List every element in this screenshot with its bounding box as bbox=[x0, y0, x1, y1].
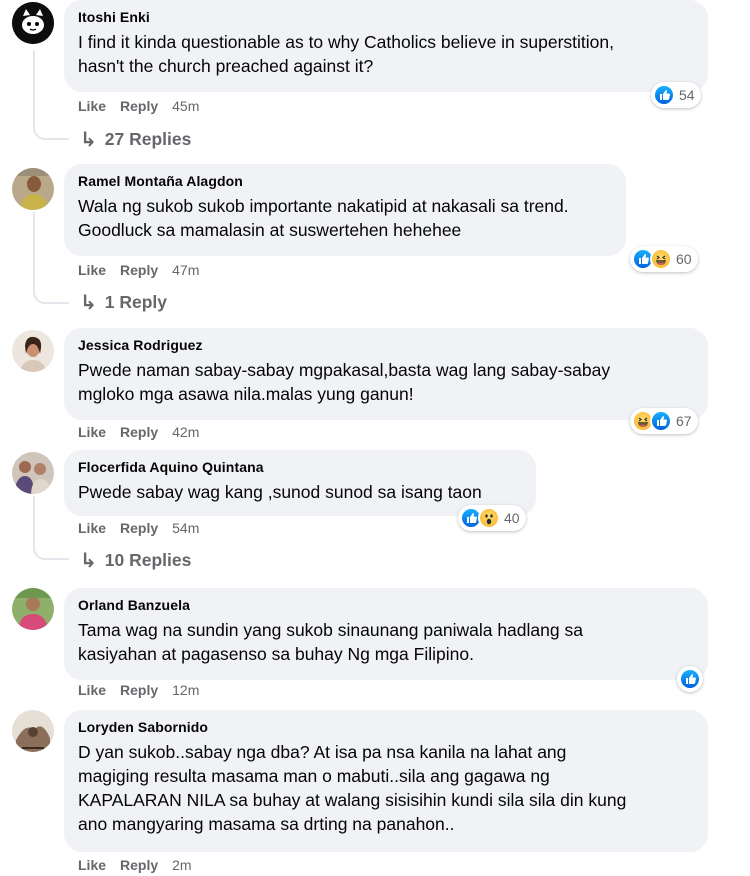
avatar[interactable] bbox=[12, 710, 54, 752]
replies-count: 27 Replies bbox=[104, 128, 192, 149]
thread-line bbox=[33, 212, 35, 288]
comment-text-line: mgloko mga asawa nila.malas yung ganun! bbox=[78, 384, 414, 404]
comment-text-line: magiging resulta masama man o mabuti..si… bbox=[78, 766, 550, 786]
reply-button[interactable]: Reply bbox=[120, 424, 158, 440]
reaction-count: 40 bbox=[504, 510, 520, 526]
comment-actions: Like Reply 2m bbox=[78, 855, 192, 875]
reply-button[interactable]: Reply bbox=[120, 682, 158, 698]
reaction-summary[interactable]: 67 bbox=[630, 408, 698, 434]
comment-bubble: Ramel Montaña Alagdon Wala ng sukob suko… bbox=[64, 164, 626, 256]
reply-button[interactable]: Reply bbox=[120, 520, 158, 536]
reply-arrow-icon: ↳ bbox=[80, 549, 97, 572]
comment-text-line: kasiyahan at pagasenso sa buhay Ng mga F… bbox=[78, 644, 474, 664]
comment-text-line: Pwede sabay wag kang ,sunod sunod sa isa… bbox=[78, 482, 482, 502]
comment-actions: Like Reply 12m bbox=[78, 680, 199, 700]
comment-text-line: Goodluck sa mamalasin at suswertehen heh… bbox=[78, 220, 462, 240]
like-button[interactable]: Like bbox=[78, 857, 106, 873]
reaction-summary[interactable]: 54 bbox=[651, 82, 701, 108]
comment-text: D yan sukob..sabay nga dba? At isa pa ns… bbox=[78, 740, 694, 836]
commenter-name[interactable]: Itoshi Enki bbox=[78, 8, 694, 26]
reply-arrow-icon: ↳ bbox=[80, 291, 97, 314]
reply-button[interactable]: Reply bbox=[120, 857, 158, 873]
view-replies-link[interactable]: ↳ 27 Replies bbox=[80, 127, 191, 151]
comment-bubble: Orland Banzuela Tama wag na sundin yang … bbox=[64, 588, 708, 680]
thread-line bbox=[33, 496, 35, 544]
reaction-count: 54 bbox=[679, 87, 695, 103]
comment-actions: Like Reply 54m bbox=[78, 518, 199, 538]
commenter-name[interactable]: Orland Banzuela bbox=[78, 596, 694, 614]
replies-count: 10 Replies bbox=[104, 549, 192, 570]
comment-text: Tama wag na sundin yang sukob sinaunang … bbox=[78, 618, 694, 666]
reply-button[interactable]: Reply bbox=[120, 98, 158, 114]
comment-timestamp[interactable]: 54m bbox=[172, 520, 199, 536]
reaction-summary[interactable]: 60 bbox=[630, 246, 698, 272]
comment-bubble: Itoshi Enki I find it kinda questionable… bbox=[64, 0, 708, 92]
comment-bubble: Loryden Sabornido D yan sukob..sabay nga… bbox=[64, 710, 708, 852]
comment-actions: Like Reply 47m bbox=[78, 260, 199, 280]
comment-timestamp[interactable]: 2m bbox=[172, 857, 191, 873]
comment-text-line: Wala ng sukob sukob importante nakatipid… bbox=[78, 196, 569, 216]
avatar[interactable] bbox=[12, 2, 54, 44]
comment-text-line: ano mangyaring masama sa drting na panah… bbox=[78, 814, 455, 834]
like-button[interactable]: Like bbox=[78, 262, 106, 278]
reply-button[interactable]: Reply bbox=[120, 262, 158, 278]
view-replies-link[interactable]: ↳ 1 Reply bbox=[80, 290, 167, 314]
comment-timestamp[interactable]: 45m bbox=[172, 98, 199, 114]
avatar[interactable] bbox=[12, 330, 54, 372]
wow-reaction-icon bbox=[478, 507, 500, 529]
like-button[interactable]: Like bbox=[78, 98, 106, 114]
comment-text: I find it kinda questionable as to why C… bbox=[78, 30, 694, 78]
comment-text-line: KAPALARAN NILA sa buhay at walang sisisi… bbox=[78, 790, 627, 810]
commenter-name[interactable]: Ramel Montaña Alagdon bbox=[78, 172, 612, 190]
comment-timestamp[interactable]: 47m bbox=[172, 262, 199, 278]
comment-text-line: hasn't the church preached against it? bbox=[78, 56, 374, 76]
comment-text-line: Pwede naman sabay-sabay mgpakasal,basta … bbox=[78, 360, 611, 380]
view-replies-link[interactable]: ↳ 10 Replies bbox=[80, 548, 191, 572]
comment-text: Pwede sabay wag kang ,sunod sunod sa isa… bbox=[78, 480, 522, 504]
like-reaction-icon bbox=[653, 84, 675, 106]
avatar[interactable] bbox=[12, 452, 54, 494]
avatar[interactable] bbox=[12, 588, 54, 630]
thread-line bbox=[33, 50, 35, 124]
comment-bubble: Jessica Rodriguez Pwede naman sabay-saba… bbox=[64, 328, 708, 420]
commenter-name[interactable]: Loryden Sabornido bbox=[78, 718, 694, 736]
comment-timestamp[interactable]: 12m bbox=[172, 682, 199, 698]
commenter-name[interactable]: Flocerfida Aquino Quintana bbox=[78, 458, 522, 476]
like-reaction-icon bbox=[679, 668, 701, 690]
reaction-count: 60 bbox=[676, 251, 692, 267]
comment-timestamp[interactable]: 42m bbox=[172, 424, 199, 440]
like-reaction-icon bbox=[650, 410, 672, 432]
comment-text: Pwede naman sabay-sabay mgpakasal,basta … bbox=[78, 358, 694, 406]
like-button[interactable]: Like bbox=[78, 682, 106, 698]
reaction-summary[interactable] bbox=[677, 666, 703, 692]
like-button[interactable]: Like bbox=[78, 520, 106, 536]
replies-count: 1 Reply bbox=[104, 291, 168, 312]
comment-actions: Like Reply 45m bbox=[78, 96, 199, 116]
commenter-name[interactable]: Jessica Rodriguez bbox=[78, 336, 694, 354]
thread-connector bbox=[33, 122, 69, 140]
comment-text-line: D yan sukob..sabay nga dba? At isa pa ns… bbox=[78, 742, 567, 762]
reaction-count: 67 bbox=[676, 413, 692, 429]
comment-text-line: Tama wag na sundin yang sukob sinaunang … bbox=[78, 620, 583, 640]
avatar[interactable] bbox=[12, 168, 54, 210]
thread-connector bbox=[33, 542, 69, 560]
like-button[interactable]: Like bbox=[78, 424, 106, 440]
comment-text: Wala ng sukob sukob importante nakatipid… bbox=[78, 194, 612, 242]
reaction-summary[interactable]: 40 bbox=[458, 505, 526, 531]
thread-connector bbox=[33, 286, 69, 304]
haha-reaction-icon bbox=[650, 248, 672, 270]
comment-actions: Like Reply 42m bbox=[78, 422, 199, 442]
reply-arrow-icon: ↳ bbox=[80, 128, 97, 151]
comment-text-line: I find it kinda questionable as to why C… bbox=[78, 32, 614, 52]
